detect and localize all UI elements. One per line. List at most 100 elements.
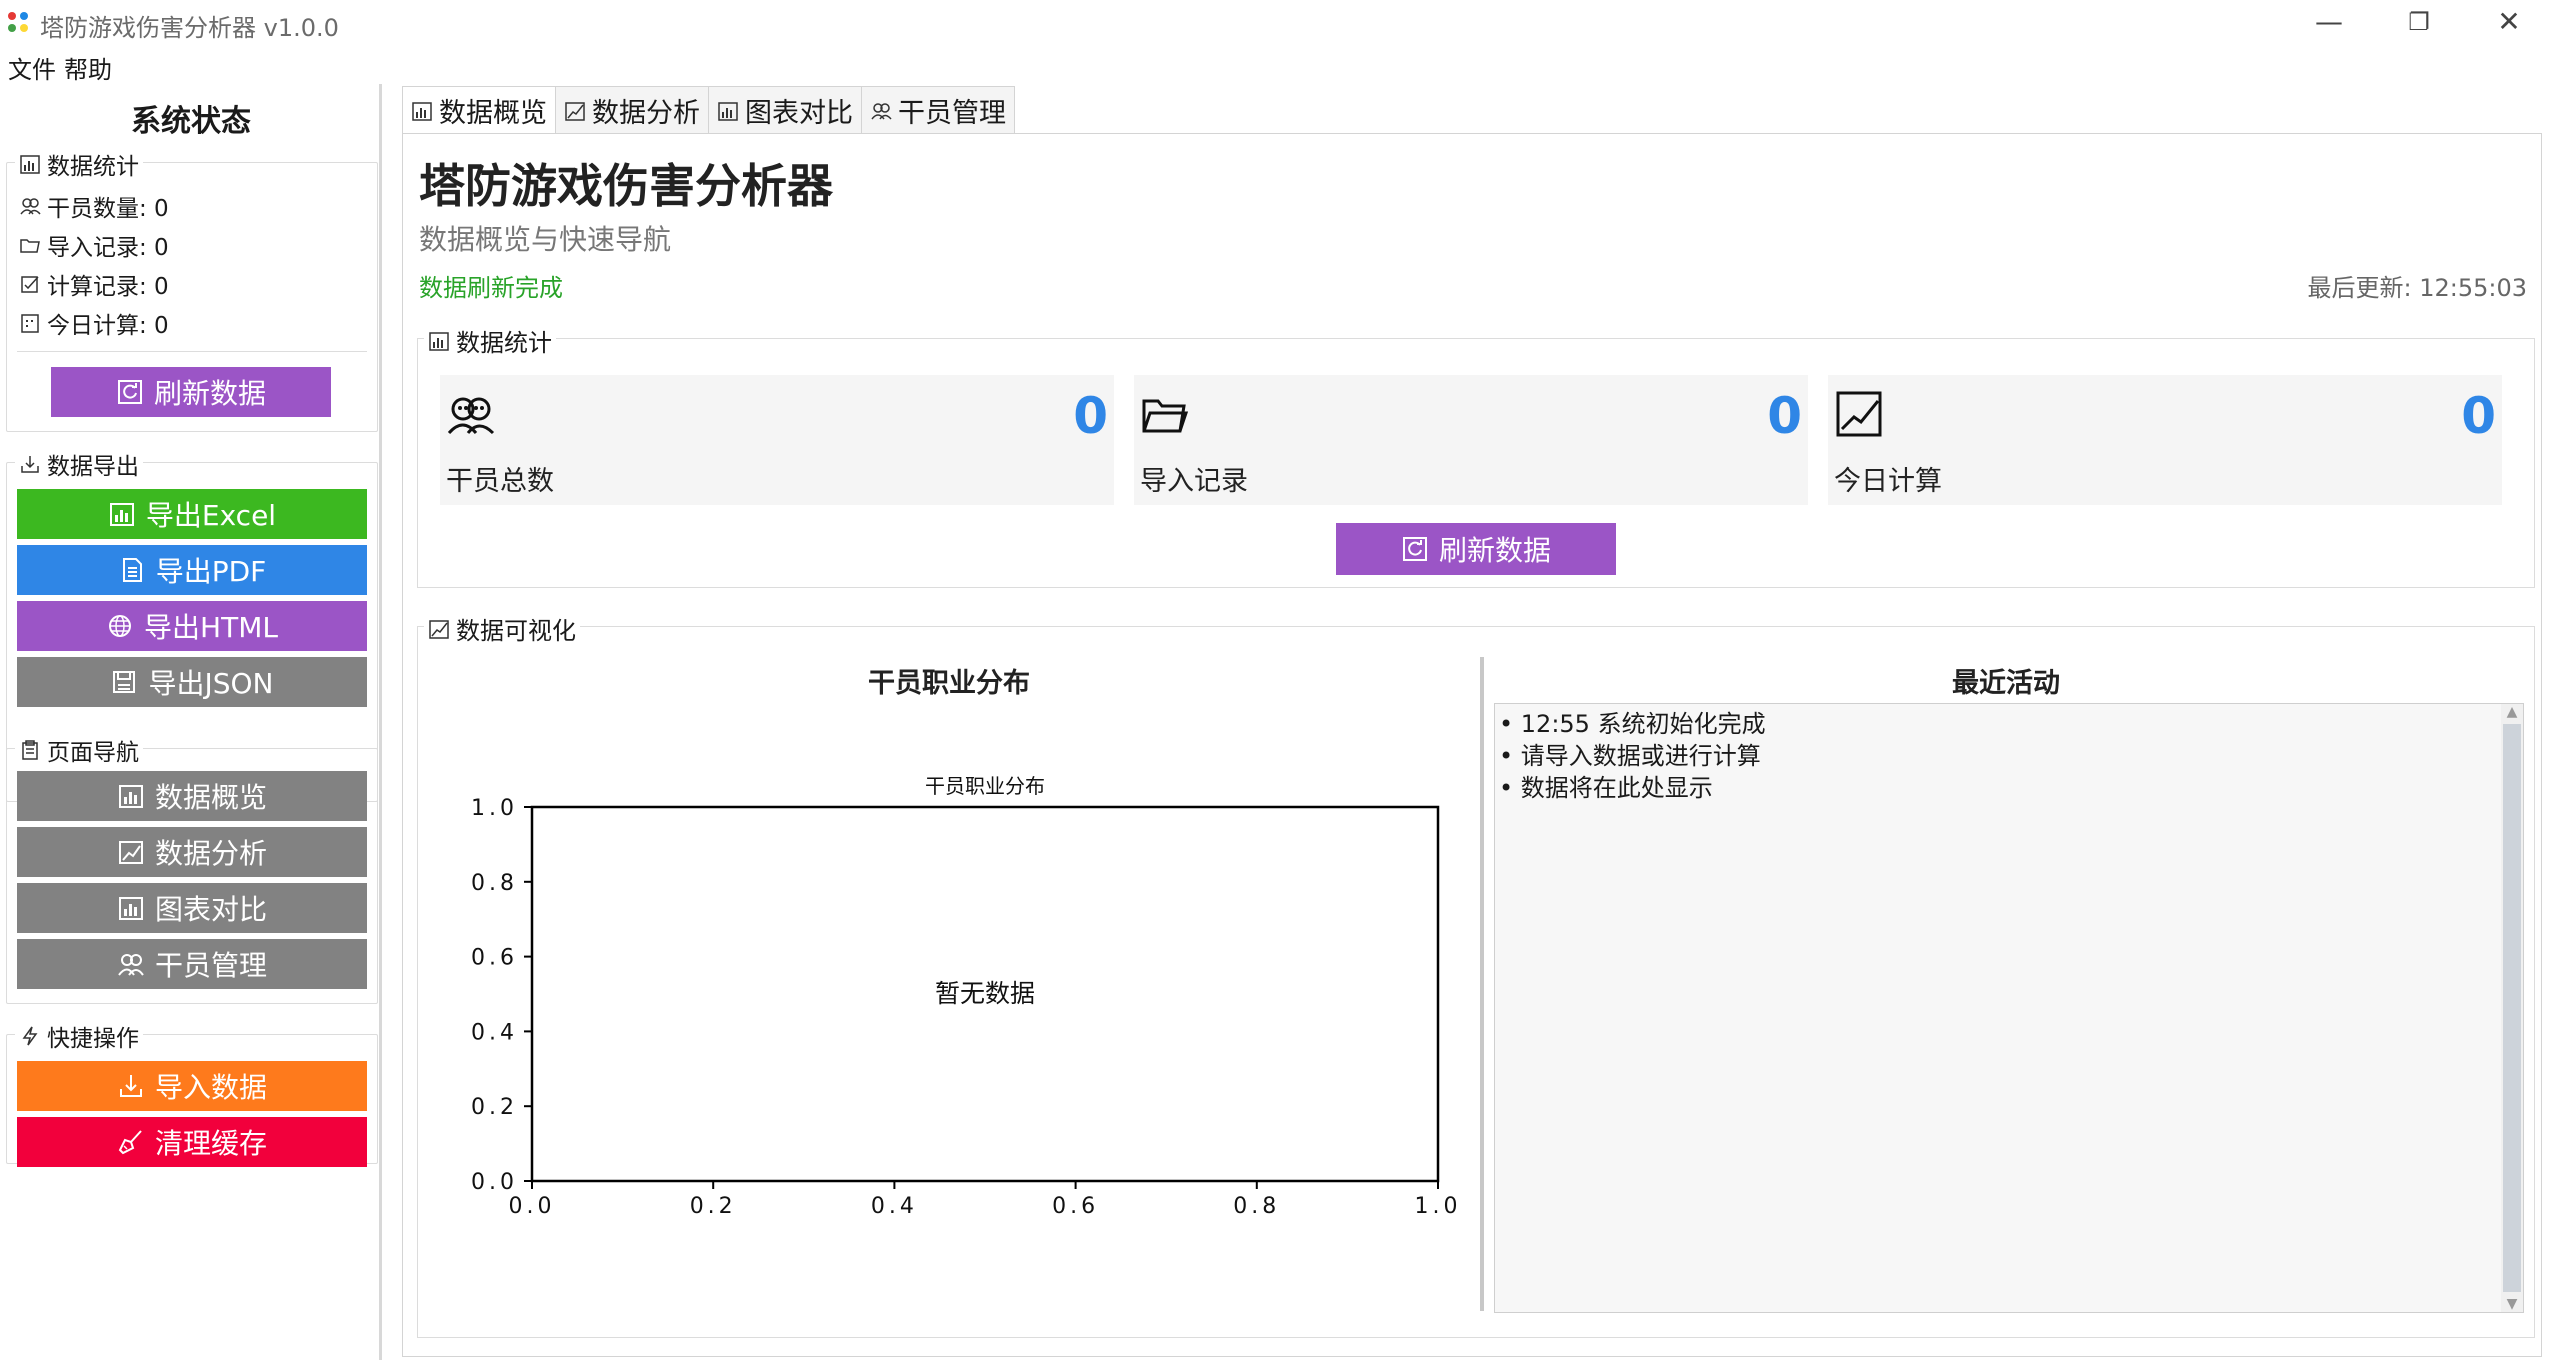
activity-scrollbar[interactable]: ▲ ▼ bbox=[2501, 704, 2523, 1312]
globe-icon bbox=[109, 615, 132, 637]
broom-icon bbox=[118, 1130, 142, 1155]
close-button[interactable]: ✕ bbox=[2464, 2, 2554, 42]
list-item: • 12:55 系统初始化完成 bbox=[1499, 710, 1766, 738]
excel-chart-icon bbox=[109, 503, 134, 526]
main-refresh-button[interactable]: 刷新数据 bbox=[1336, 523, 1616, 575]
quick-group-label: 快捷操作 bbox=[47, 1026, 139, 1052]
export-html-label: 导出HTML bbox=[144, 611, 278, 644]
overview-panel: 塔防游戏伤害分析器 数据概览与快速导航 数据刷新完成 最后更新: 12:55:0… bbox=[402, 133, 2542, 1357]
operators-icon bbox=[20, 198, 41, 215]
y-tick-label: 0.0 bbox=[471, 1170, 518, 1195]
nav-operators-button[interactable]: 干员管理 bbox=[17, 939, 367, 989]
stats-group-label: 数据统计 bbox=[47, 154, 139, 180]
status-text: 数据刷新完成 bbox=[419, 274, 563, 302]
stat-card-value: 0 bbox=[2461, 387, 2496, 445]
tab-operators[interactable]: 干员管理 bbox=[861, 86, 1015, 134]
window-title: 塔防游戏伤害分析器 v1.0.0 bbox=[40, 14, 339, 42]
no-data-annotation: 暂无数据 bbox=[935, 979, 1035, 1008]
stat-imports-label: 导入记录: 0 bbox=[47, 235, 169, 261]
y-tick-label: 0.6 bbox=[471, 946, 518, 971]
menu-bar: 文件 帮助 bbox=[0, 46, 2560, 84]
export-excel-label: 导出Excel bbox=[145, 499, 277, 532]
restore-button[interactable]: ❐ bbox=[2374, 2, 2464, 42]
nav-analysis-label: 数据分析 bbox=[154, 837, 267, 870]
page-subtitle: 数据概览与快速导航 bbox=[419, 223, 672, 256]
scroll-thumb[interactable] bbox=[2503, 724, 2521, 1292]
sidebar-refresh-label: 刷新数据 bbox=[153, 377, 266, 410]
y-tick-label: 1.0 bbox=[471, 796, 518, 821]
check-icon bbox=[21, 276, 39, 293]
menu-file[interactable]: 文件 bbox=[0, 46, 64, 85]
nav-analysis-button[interactable]: 数据分析 bbox=[17, 827, 367, 877]
main-refresh-label: 刷新数据 bbox=[1438, 534, 1551, 567]
import-data-button[interactable]: 导入数据 bbox=[17, 1061, 367, 1111]
stat-imports: 导入记录: 0 bbox=[19, 228, 169, 262]
scroll-up-icon[interactable]: ▲ bbox=[2501, 704, 2523, 720]
operators-icon bbox=[871, 102, 892, 120]
chart-title: 干员职业分布 bbox=[925, 774, 1045, 798]
nav-compare-button[interactable]: 图表对比 bbox=[17, 883, 367, 933]
stats-section: 数据统计 0 干员总数 0 导入记录 0 今日计算 刷新数据 bbox=[417, 323, 2535, 588]
chart-panel-title: 干员职业分布 bbox=[868, 668, 1030, 699]
page-title: 塔防游戏伤害分析器 bbox=[419, 159, 833, 213]
export-pdf-label: 导出PDF bbox=[155, 555, 267, 588]
y-tick-label: 0.4 bbox=[471, 1020, 518, 1045]
stat-card-operators: 0 干员总数 bbox=[440, 375, 1114, 505]
nav-compare-label: 图表对比 bbox=[154, 893, 267, 926]
menu-help[interactable]: 帮助 bbox=[64, 46, 120, 85]
tab-bar: 数据概览 数据分析 图表对比 干员管理 bbox=[402, 86, 1015, 134]
scroll-down-icon[interactable]: ▼ bbox=[2501, 1296, 2523, 1312]
chart-line-icon bbox=[1836, 391, 1882, 437]
quick-group: 快捷操作 导入数据 清理缓存 bbox=[6, 1019, 378, 1167]
stats-group: 数据统计 干员数量: 0 导入记录: 0 计算记录: 0 今日计算: 0 刷新数… bbox=[6, 147, 378, 432]
last-update: 最后更新: 12:55:03 bbox=[2307, 274, 2527, 302]
nav-overview-label: 数据概览 bbox=[154, 781, 267, 814]
document-icon bbox=[122, 558, 142, 582]
calendar-icon bbox=[21, 314, 39, 333]
clear-cache-button[interactable]: 清理缓存 bbox=[17, 1117, 367, 1167]
bar-chart-icon bbox=[412, 101, 432, 121]
stat-calcs: 计算记录: 0 bbox=[19, 267, 169, 301]
y-tick-label: 0.8 bbox=[471, 871, 518, 896]
export-pdf-button[interactable]: 导出PDF bbox=[17, 545, 367, 595]
sidebar-title: 系统状态 bbox=[131, 104, 251, 139]
tab-compare-label: 图表对比 bbox=[745, 98, 853, 129]
nav-group: 页面导航 数据概览 数据分析 图表对比 干员管理 bbox=[6, 733, 378, 1004]
import-icon bbox=[119, 1075, 142, 1097]
stat-card-today: 0 今日计算 bbox=[1828, 375, 2502, 505]
list-item: • 数据将在此处显示 bbox=[1499, 774, 1713, 802]
export-group-label: 数据导出 bbox=[47, 454, 139, 480]
activity-list[interactable]: • 12:55 系统初始化完成 • 请导入数据或进行计算 • 数据将在此处显示 … bbox=[1494, 703, 2524, 1313]
nav-overview-button[interactable]: 数据概览 bbox=[17, 771, 367, 821]
stat-card-value: 0 bbox=[1767, 387, 1802, 445]
line-chart-icon bbox=[565, 101, 585, 121]
stat-card-label: 干员总数 bbox=[446, 466, 554, 497]
list-item: • 请导入数据或进行计算 bbox=[1499, 742, 1761, 770]
divider bbox=[17, 351, 367, 352]
stat-card-value: 0 bbox=[1073, 387, 1108, 445]
x-tick-label: 1.0 bbox=[1415, 1194, 1462, 1219]
stat-operators-label: 干员数量: 0 bbox=[47, 196, 169, 222]
panel-divider[interactable] bbox=[1480, 657, 1484, 1311]
title-bar: 塔防游戏伤害分析器 v1.0.0 — ❐ ✕ bbox=[0, 0, 2560, 46]
tab-compare[interactable]: 图表对比 bbox=[708, 86, 862, 134]
bar-chart-icon bbox=[118, 897, 143, 920]
viz-section-label: 数据可视化 bbox=[456, 617, 576, 645]
refresh-icon bbox=[1402, 537, 1427, 561]
stat-card-label: 今日计算 bbox=[1834, 466, 1942, 497]
export-icon bbox=[21, 456, 39, 473]
stat-calcs-label: 计算记录: 0 bbox=[47, 274, 169, 300]
sidebar-refresh-button[interactable]: 刷新数据 bbox=[51, 367, 331, 417]
bar-chart-icon bbox=[429, 331, 449, 351]
sidebar: 系统状态 数据统计 干员数量: 0 导入记录: 0 计算记录: 0 今日计算: … bbox=[0, 84, 382, 1360]
line-chart-icon bbox=[118, 841, 143, 864]
tab-analysis[interactable]: 数据分析 bbox=[555, 86, 709, 134]
export-excel-button[interactable]: 导出Excel bbox=[17, 489, 367, 539]
stat-today: 今日计算: 0 bbox=[19, 306, 169, 340]
operators-icon bbox=[447, 397, 495, 435]
minimize-button[interactable]: — bbox=[2284, 2, 2374, 42]
nav-group-label: 页面导航 bbox=[47, 740, 139, 766]
export-json-button[interactable]: 导出JSON bbox=[17, 657, 367, 707]
tab-overview[interactable]: 数据概览 bbox=[402, 86, 556, 134]
export-html-button[interactable]: 导出HTML bbox=[17, 601, 367, 651]
